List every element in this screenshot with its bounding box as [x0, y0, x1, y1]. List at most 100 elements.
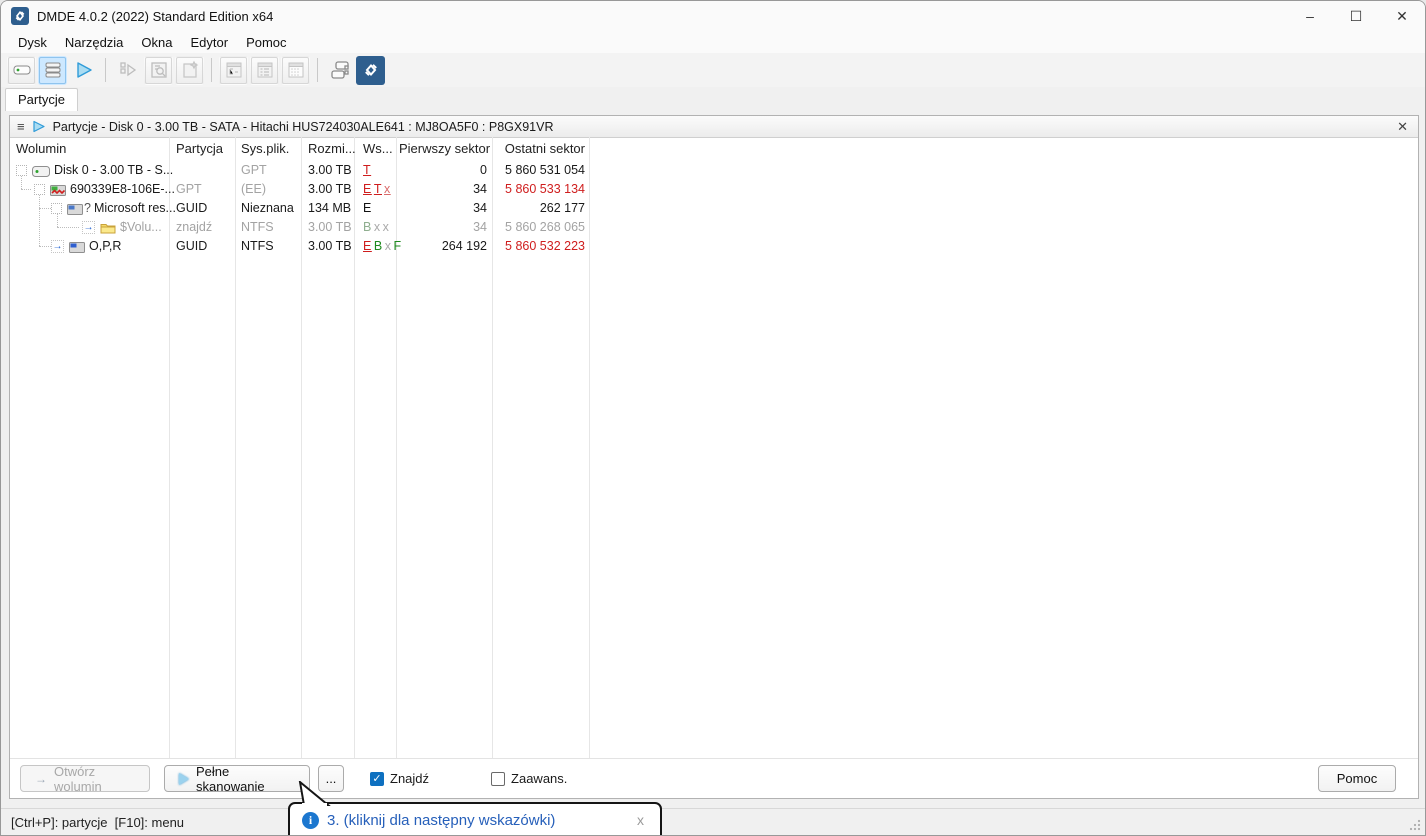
row-checkbox[interactable]: [34, 184, 45, 195]
row-label: Microsoft res...: [94, 201, 176, 215]
panel-menu-icon[interactable]: ≡: [17, 120, 25, 133]
window-title: DMDE 4.0.2 (2022) Standard Edition x64: [37, 8, 274, 24]
cell-rozmiar: 3.00 TB: [308, 239, 352, 253]
cell-rozmiar: 3.00 TB: [308, 163, 352, 177]
tooltip-title[interactable]: 3. (kliknij dla następny wskazówki): [327, 812, 555, 829]
cell-partycja: GUID: [176, 239, 208, 253]
toolbar-separator: [317, 58, 318, 82]
panel-title-bar: ≡ Partycje - Disk 0 - 3.00 TB - SATA - H…: [10, 116, 1418, 138]
minimize-button[interactable]: –: [1287, 1, 1333, 31]
hint-tooltip: i 3. (kliknij dla następny wskazówki) x …: [288, 802, 662, 835]
cell-rozmiar: 3.00 TB: [308, 182, 352, 196]
new-scan-icon[interactable]: [175, 55, 204, 85]
cell-ws: EBxF: [363, 239, 402, 253]
znajdz-label: Znajdź: [390, 771, 430, 786]
table-row-msres[interactable]: ? Microsoft res... GUID Nieznana 134 MB …: [10, 199, 1418, 218]
zaawans-check[interactable]: Zaawans.: [491, 771, 567, 786]
toolbar-separator: [211, 58, 212, 82]
tab-bar: Partycje: [1, 87, 1425, 111]
hex-view-icon[interactable]: [281, 55, 310, 85]
row-label: O,P,R: [89, 239, 122, 253]
panel-close-icon[interactable]: ✕: [1394, 119, 1411, 135]
cell-pierwszy: 34: [473, 201, 487, 215]
cell-sysplik: NTFS: [241, 239, 274, 253]
tooltip-tail: [298, 781, 331, 806]
status-bar: [Ctrl+P]: partycje [F10]: menu: [1, 808, 1425, 835]
col-header-ostatni[interactable]: Ostatni sektor: [501, 137, 585, 161]
cell-ostatni: 5 860 268 065: [505, 220, 585, 234]
menu-dysk[interactable]: Dysk: [9, 33, 56, 52]
cell-partycja: GPT: [176, 182, 202, 196]
play-icon: [179, 772, 189, 785]
col-header-pierwszy[interactable]: Pierwszy sektor: [399, 137, 490, 161]
list-view-icon[interactable]: [250, 55, 279, 85]
menu-okna[interactable]: Okna: [132, 33, 181, 52]
table-row-disk0[interactable]: Disk 0 - 3.00 TB - S... GPT 3.00 TB T 0 …: [10, 161, 1418, 180]
maximize-button[interactable]: ☐: [1333, 1, 1379, 31]
cell-partycja: znajdź: [176, 220, 213, 234]
tooltip-close-icon[interactable]: x: [633, 812, 648, 828]
title-bar: DMDE 4.0.2 (2022) Standard Edition x64 –…: [1, 1, 1425, 31]
disk-icon: [32, 165, 50, 180]
cell-rozmiar: 134 MB: [308, 201, 352, 215]
dmde-window: DMDE 4.0.2 (2022) Standard Edition x64 –…: [0, 0, 1426, 836]
resize-grip[interactable]: [1408, 818, 1422, 832]
cell-ws: E: [363, 201, 372, 215]
znajdz-check[interactable]: ✓ Znajdź: [370, 771, 429, 786]
table-row-opr[interactable]: → O,P,R GUID NTFS 3.00 TB EBxF 264 192 5…: [10, 237, 1418, 256]
partition-unknown-icon: [67, 203, 84, 218]
objects-run-icon[interactable]: [113, 56, 142, 85]
cell-pierwszy: 34: [473, 220, 487, 234]
zaawans-checkbox[interactable]: [491, 771, 506, 786]
unknown-mark: ?: [84, 201, 91, 215]
row-checkbox[interactable]: [16, 165, 27, 176]
toolbar: [1, 53, 1425, 87]
zaawans-label: Zaawans.: [511, 771, 568, 786]
menu-narzedzia[interactable]: Narzędzia: [56, 33, 133, 52]
dmde-logo-icon[interactable]: [356, 55, 385, 85]
col-header-wolumin[interactable]: Wolumin: [16, 137, 66, 161]
disk-icon[interactable]: [7, 55, 36, 85]
toolbar-separator: [105, 58, 106, 82]
cell-ostatni: 5 860 531 054: [505, 163, 585, 177]
partition-icon: [69, 241, 86, 256]
panel-title: Partycje - Disk 0 - 3.00 TB - SATA - Hit…: [52, 119, 554, 134]
table-row-gpt[interactable]: 690339E8-106E-... GPT (EE) 3.00 TB ETx 3…: [10, 180, 1418, 199]
cell-ws: ETx: [363, 182, 391, 196]
cell-partycja: GUID: [176, 201, 208, 215]
close-button[interactable]: ✕: [1379, 1, 1425, 31]
partitions-icon[interactable]: [38, 55, 67, 85]
col-header-ws[interactable]: Ws...: [363, 137, 393, 161]
row-checkbox[interactable]: [51, 203, 62, 214]
row-label: Disk 0 - 3.00 TB - S...: [54, 163, 174, 177]
windows-cascade-icon[interactable]: [325, 56, 354, 85]
cell-ws: T: [363, 163, 372, 177]
tree-view-icon[interactable]: [219, 55, 248, 85]
gpt-damaged-icon: [50, 184, 67, 199]
menu-edytor[interactable]: Edytor: [182, 33, 238, 52]
folder-icon: [100, 222, 116, 237]
menu-pomoc[interactable]: Pomoc: [237, 33, 295, 52]
znajdz-checkbox[interactable]: ✓: [370, 771, 384, 786]
col-header-rozmiar[interactable]: Rozmi...: [308, 137, 356, 161]
col-header-sysplik[interactable]: Sys.plik.: [241, 137, 289, 161]
table-row-volume[interactable]: → $Volu... znajdź NTFS 3.00 TB Bxx 34 5 …: [10, 218, 1418, 237]
open-volume-button: → Otwórz wolumin: [20, 764, 150, 794]
cell-ostatni: 5 860 533 134: [505, 182, 585, 196]
jump-arrow-icon[interactable]: →: [82, 221, 95, 234]
dmde-logo-icon: [11, 7, 29, 25]
action-bar: → Otwórz wolumin Pełne skanowanie ... ✓ …: [10, 758, 1418, 798]
info-icon: i: [302, 812, 319, 829]
volume-search-icon[interactable]: [144, 55, 173, 85]
menu-bar: Dysk Narzędzia Okna Edytor Pomoc: [1, 31, 1425, 53]
cell-ostatni: 5 860 532 223: [505, 239, 585, 253]
tab-partycje[interactable]: Partycje: [5, 88, 78, 111]
partitions-panel: ≡ Partycje - Disk 0 - 3.00 TB - SATA - H…: [9, 115, 1419, 799]
open-play-icon[interactable]: [69, 56, 98, 85]
cell-pierwszy: 34: [473, 182, 487, 196]
jump-arrow-icon[interactable]: →: [51, 240, 64, 253]
help-button[interactable]: Pomoc: [1318, 765, 1396, 792]
partitions-table: Wolumin Partycja Sys.plik. Rozmi... Ws..…: [10, 137, 1418, 758]
col-header-partycja[interactable]: Partycja: [176, 137, 223, 161]
cell-pierwszy: 0: [480, 163, 487, 177]
